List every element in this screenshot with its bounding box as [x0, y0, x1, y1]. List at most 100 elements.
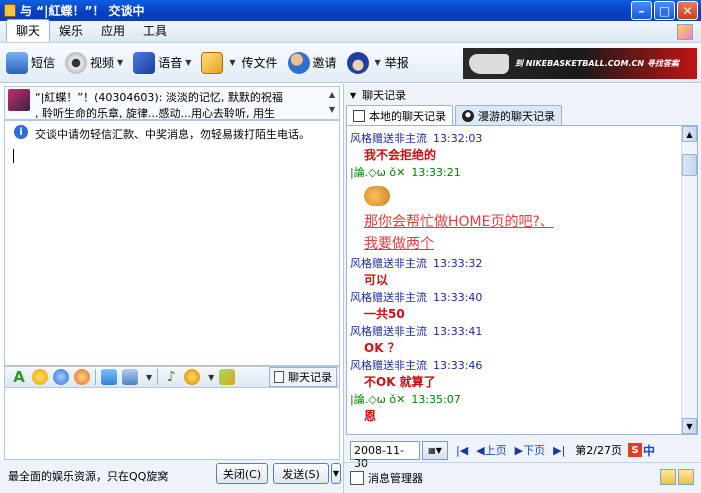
- scrollbar[interactable]: ▲ ▼: [681, 126, 697, 434]
- avatar[interactable]: [8, 89, 30, 111]
- chevron-down-icon[interactable]: ▼: [208, 373, 214, 382]
- shake-icon[interactable]: [74, 369, 90, 385]
- tab-roaming-history[interactable]: 漫游的聊天记录: [455, 105, 562, 125]
- send-button[interactable]: 发送(S): [273, 463, 329, 484]
- main-toolbar: 短信 视频 ▼ 语音 ▼ ▼ 传文件 邀请 ▼ 举报 到 NIKEBASKETB…: [0, 43, 701, 83]
- send-file-button[interactable]: ▼ 传文件: [201, 51, 278, 74]
- invite-button[interactable]: 邀请: [287, 51, 337, 74]
- divider: [157, 369, 159, 385]
- chat-log-button[interactable]: 聊天记录: [269, 367, 337, 387]
- document-icon: [353, 109, 365, 122]
- ad-banner[interactable]: 到 NIKEBASKETBALL.COM.CN 寻找答案: [463, 48, 697, 79]
- message-manager-link[interactable]: 消息管理器: [368, 470, 423, 486]
- chevron-down-icon[interactable]: ▼: [146, 373, 152, 382]
- history-title: 聊天记录: [362, 89, 407, 102]
- message-header: |論.◇ω ǒ✕ 13:33:21: [350, 164, 680, 181]
- scroll-thumb[interactable]: [682, 154, 697, 176]
- title-bar: 与 “|紅蝶！”！ 交谈中 – □ ✕: [0, 0, 701, 21]
- menu-tools[interactable]: 工具: [134, 20, 176, 42]
- close-button[interactable]: 关闭(C): [216, 463, 268, 484]
- chevron-down-icon[interactable]: ▼: [229, 58, 235, 67]
- chat-log-label: 聊天记录: [288, 371, 332, 384]
- message-text: 我不会拒绝的: [364, 148, 437, 162]
- video-button[interactable]: 视频 ▼: [65, 51, 123, 74]
- chevron-down-icon[interactable]: ▼: [117, 58, 123, 67]
- voice-label: 语音: [158, 56, 183, 70]
- message-sender: 风格赠送非主流: [350, 359, 427, 372]
- report-button[interactable]: ▼ 举报: [346, 51, 409, 74]
- collapse-icon[interactable]: ▼: [350, 91, 356, 100]
- message-display: i 交谈中请勿轻信汇款、中奖消息，勿轻易拨打陌生电话。: [4, 120, 340, 366]
- calendar-icon[interactable]: ▦▼: [422, 440, 448, 460]
- minimize-button[interactable]: –: [631, 1, 652, 20]
- maximize-button[interactable]: □: [654, 1, 675, 20]
- handshake-icon: [364, 186, 390, 206]
- tab-local-history[interactable]: 本地的聊天记录: [346, 105, 453, 125]
- page-indicator: 第2/27页: [575, 444, 622, 457]
- magic-emoticon-icon[interactable]: [53, 369, 69, 385]
- divider: [95, 369, 96, 385]
- message-sender: 风格赠送非主流: [350, 257, 427, 270]
- message-text: 那你会帮忙做HOME页的吧?、: [364, 214, 554, 230]
- layout-split-icon[interactable]: [678, 469, 694, 485]
- last-page-button[interactable]: ▶|: [553, 444, 565, 457]
- penguin-icon: [462, 109, 474, 122]
- font-icon[interactable]: A: [11, 369, 27, 385]
- scroll-up-icon[interactable]: ▲: [329, 90, 335, 99]
- report-label: 举报: [384, 56, 409, 70]
- sms-button[interactable]: 短信: [6, 51, 55, 74]
- message-input[interactable]: [4, 388, 340, 460]
- footer-ad-link[interactable]: 最全面的娱乐资源，只在QQ旋窝: [8, 468, 168, 484]
- message-text: 恩: [364, 409, 377, 423]
- voice-button[interactable]: 语音 ▼: [133, 51, 191, 74]
- message-text: 不OK 就算了: [364, 375, 436, 389]
- contact-name: “|紅蝶！”！(40304603): 淡淡的记忆, 默默的祝福: [35, 91, 283, 104]
- history-tabs: 本地的聊天记录 漫游的聊天记录: [346, 105, 564, 125]
- layout-icon[interactable]: [660, 469, 676, 485]
- image-icon[interactable]: [101, 369, 117, 385]
- prev-page-button[interactable]: ◀ 上页: [476, 442, 506, 458]
- emoticon-icon[interactable]: [32, 369, 48, 385]
- footer: 最全面的娱乐资源，只在QQ旋窝 关闭(C) 发送(S) ▼: [0, 460, 342, 493]
- history-footer: 消息管理器: [344, 462, 701, 493]
- scroll-down-button[interactable]: ▼: [682, 418, 697, 434]
- music-icon[interactable]: ♪: [163, 369, 179, 385]
- send-options-button[interactable]: ▼: [331, 463, 341, 484]
- message-sender: 风格赠送非主流: [350, 325, 427, 338]
- close-window-button[interactable]: ✕: [677, 1, 698, 20]
- message-text: [350, 181, 680, 211]
- ad-banner-text: 到 NIKEBASKETBALL.COM.CN 寻找答案: [515, 59, 679, 68]
- window-controls: – □ ✕: [631, 1, 698, 20]
- skin-icon[interactable]: [677, 24, 693, 40]
- gift-icon[interactable]: [184, 369, 201, 385]
- police-icon: [346, 51, 369, 74]
- app-icon: [4, 4, 16, 17]
- menu-entertainment[interactable]: 娱乐: [50, 20, 92, 42]
- safety-notice: 交谈中请勿轻信汇款、中奖消息，勿轻易拨打陌生电话。: [35, 128, 310, 141]
- screenshot-icon[interactable]: [122, 369, 138, 385]
- menu-chat[interactable]: 聊天: [6, 19, 51, 42]
- text-caret: [13, 149, 14, 163]
- next-page-button[interactable]: ▶ 下页: [515, 442, 545, 458]
- chevron-down-icon[interactable]: ▼: [375, 58, 381, 67]
- contact-info: “|紅蝶！”！(40304603): 淡淡的记忆, 默默的祝福 , 聆听生命的乐…: [4, 86, 340, 120]
- message-time: 13:33:21: [411, 166, 461, 179]
- chevron-down-icon[interactable]: ▼: [185, 58, 191, 67]
- menu-apps[interactable]: 应用: [92, 20, 134, 42]
- message-header: 风格赠送非主流 13:33:41: [350, 323, 680, 340]
- scene-icon[interactable]: [219, 369, 236, 385]
- history-header[interactable]: ▼ 聊天记录: [344, 86, 701, 104]
- date-field[interactable]: 2008-11-30: [350, 440, 420, 470]
- scroll-up-button[interactable]: ▲: [682, 126, 697, 142]
- scroll-down-icon[interactable]: ▼: [329, 105, 335, 114]
- layout-buttons: [660, 469, 694, 485]
- first-page-button[interactable]: |◀: [456, 444, 468, 457]
- message-header: |論.◇ω ǒ✕ 13:35:07: [350, 391, 680, 408]
- microphone-icon: [133, 51, 156, 74]
- message-text: 一共50: [364, 307, 405, 321]
- message-header: 风格赠送非主流 13:33:40: [350, 289, 680, 306]
- message-time: 13:32:03: [433, 132, 483, 145]
- shoe-image: [469, 54, 509, 74]
- webcam-icon: [65, 51, 88, 74]
- message-time: 13:35:07: [411, 393, 461, 406]
